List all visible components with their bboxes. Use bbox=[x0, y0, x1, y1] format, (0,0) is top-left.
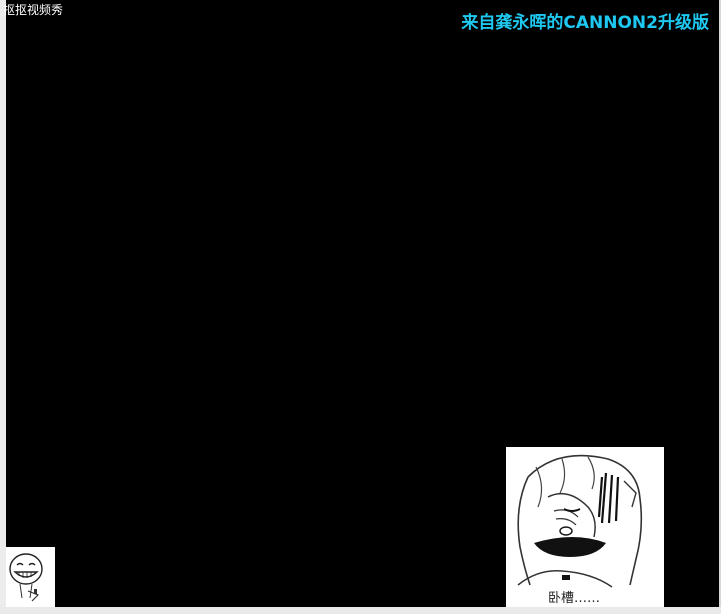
grinning-face-sticker-icon[interactable] bbox=[6, 547, 55, 607]
window-title: 抠抠视频秀 bbox=[3, 3, 64, 17]
window-left-border bbox=[0, 0, 6, 614]
credit-banner: 来自龚永晖的CANNON2升级版 bbox=[461, 13, 709, 33]
window-bottom-border bbox=[0, 607, 721, 614]
facepalm-girl-drawing bbox=[517, 454, 643, 588]
video-show-window: 抠抠视频秀 来自龚永晖的CANNON2升级版 卧槽…… bbox=[0, 0, 721, 614]
grinning-face-drawing bbox=[9, 553, 43, 602]
sticker-caption: 卧槽…… bbox=[548, 591, 601, 606]
facepalm-girl-sticker-icon[interactable]: 卧槽…… bbox=[506, 447, 664, 608]
